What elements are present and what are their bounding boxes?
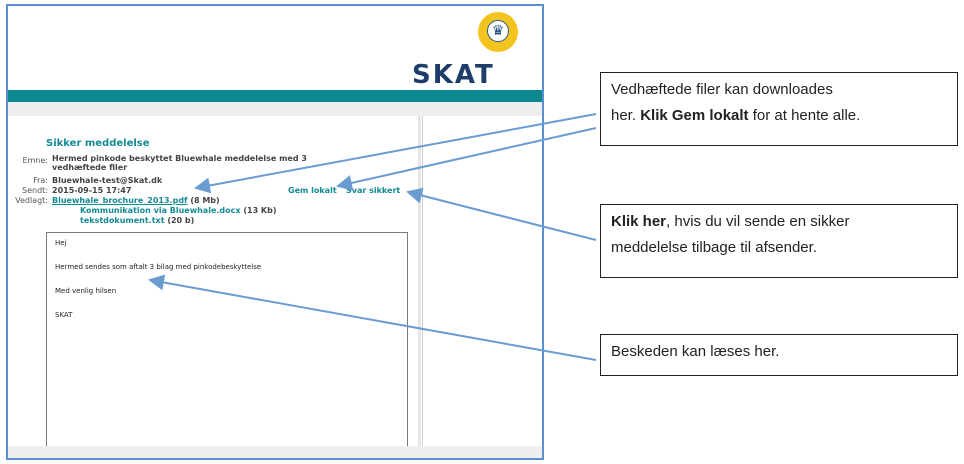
arrow-to-body: [148, 274, 597, 361]
callout-body: Beskeden kan læses her.: [600, 334, 958, 376]
callout-text-line2: her. Klik Gem lokalt for at hente alle.: [611, 103, 947, 129]
callout-text-line1: Klik her, hvis du vil sende en sikker: [611, 209, 947, 235]
callout-reply: Klik her, hvis du vil sende en sikker me…: [600, 204, 958, 278]
callout-bold: Klik her: [611, 213, 667, 230]
callout-text: Vedhæftede filer kan downloades: [611, 81, 833, 98]
callout-text: Beskeden kan læses her.: [611, 343, 780, 360]
callout-text: her.: [611, 107, 641, 124]
callout-text: , hvis du vil sende en sikker: [666, 213, 850, 230]
callout-text: meddelelse tilbage til afsender.: [611, 239, 817, 256]
arrow-to-attachments: [194, 113, 597, 194]
arrow-to-save-local: [336, 127, 597, 191]
callout-bold: Klik Gem lokalt: [640, 107, 749, 124]
arrow-to-reply: [406, 187, 597, 241]
callout-text: for at hente alle.: [748, 107, 861, 124]
callout-attachments: Vedhæftede filer kan downloades her. Kli…: [600, 72, 958, 146]
